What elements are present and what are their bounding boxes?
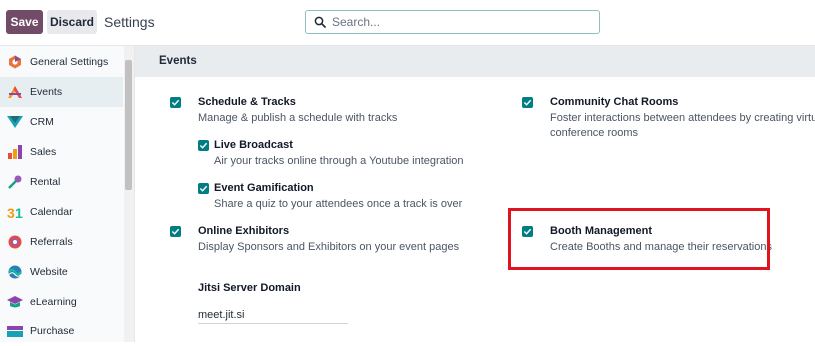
jitsi-server-label: Jitsi Server Domain bbox=[198, 282, 301, 294]
search-box[interactable] bbox=[305, 10, 600, 34]
highlight-box bbox=[508, 208, 770, 270]
rental-key-icon bbox=[7, 174, 23, 190]
sidebar-item-referrals[interactable]: Referrals bbox=[0, 227, 123, 257]
community-chat-desc-line2: conference rooms bbox=[550, 127, 639, 139]
sidebar-item-label: General Settings bbox=[30, 56, 109, 68]
sidebar-item-sales[interactable]: Sales bbox=[0, 137, 123, 167]
live-broadcast-title: Live Broadcast bbox=[214, 139, 293, 151]
sidebar-item-label: Events bbox=[30, 86, 63, 98]
sidebar-item-elearning[interactable]: eLearning bbox=[0, 287, 123, 317]
sidebar-item-rental[interactable]: Rental bbox=[0, 167, 123, 197]
section-title: Events bbox=[159, 55, 197, 67]
check-icon bbox=[199, 185, 208, 192]
sidebar-item-calendar[interactable]: 31 Calendar bbox=[0, 197, 123, 227]
sidebar-item-general-settings[interactable]: General Settings bbox=[0, 47, 123, 77]
sidebar-item-label: Rental bbox=[30, 176, 61, 188]
schedule-tracks-title: Schedule & Tracks bbox=[198, 96, 296, 108]
sidebar-item-label: Calendar bbox=[30, 206, 73, 218]
community-chat-checkbox[interactable] bbox=[522, 97, 533, 108]
settings-content bbox=[135, 46, 815, 342]
discard-button[interactable]: Discard bbox=[47, 10, 97, 34]
sidebar-item-website[interactable]: Website bbox=[0, 257, 123, 287]
purchase-icon bbox=[7, 323, 23, 339]
community-chat-title: Community Chat Rooms bbox=[550, 96, 679, 108]
event-gamification-checkbox[interactable] bbox=[198, 183, 209, 194]
sidebar-scroll-thumb[interactable] bbox=[125, 60, 132, 190]
section-header bbox=[135, 46, 815, 77]
community-chat-desc-line1: Foster interactions between attendees by… bbox=[550, 112, 815, 124]
search-input[interactable] bbox=[332, 15, 582, 29]
sidebar-item-crm[interactable]: CRM bbox=[0, 107, 123, 137]
online-exhibitors-title: Online Exhibitors bbox=[198, 225, 290, 237]
elearning-cap-icon bbox=[7, 294, 23, 310]
check-icon bbox=[199, 142, 208, 149]
website-globe-icon bbox=[7, 264, 23, 280]
svg-text:1: 1 bbox=[15, 205, 23, 219]
event-gamification-desc: Share a quiz to your attendees once a tr… bbox=[214, 198, 463, 210]
page-title: Settings bbox=[104, 14, 155, 30]
online-exhibitors-checkbox[interactable] bbox=[170, 226, 181, 237]
sidebar-item-label: Website bbox=[30, 266, 68, 278]
live-broadcast-checkbox[interactable] bbox=[198, 140, 209, 151]
events-icon bbox=[7, 84, 23, 100]
odoo-logo-icon bbox=[7, 54, 23, 70]
sales-chart-icon bbox=[7, 144, 23, 160]
save-button[interactable]: Save bbox=[6, 10, 43, 34]
check-icon bbox=[171, 228, 180, 235]
crm-icon bbox=[7, 114, 23, 130]
referrals-icon bbox=[7, 234, 23, 250]
sidebar-item-label: Purchase bbox=[30, 325, 75, 337]
schedule-tracks-checkbox[interactable] bbox=[170, 97, 181, 108]
jitsi-server-input[interactable]: meet.jit.si bbox=[198, 304, 348, 324]
schedule-tracks-desc: Manage & publish a schedule with tracks bbox=[198, 112, 398, 124]
sidebar-item-label: Sales bbox=[30, 146, 57, 158]
sidebar-item-label: eLearning bbox=[30, 296, 77, 308]
check-icon bbox=[523, 99, 532, 106]
control-panel: Save Discard Settings bbox=[0, 0, 815, 46]
search-icon bbox=[314, 16, 326, 28]
calendar-icon: 31 bbox=[7, 204, 23, 220]
svg-text:3: 3 bbox=[7, 205, 15, 219]
live-broadcast-desc: Air your tracks online through a Youtube… bbox=[214, 155, 464, 167]
check-icon bbox=[171, 99, 180, 106]
sidebar-item-events[interactable]: Events bbox=[0, 77, 123, 107]
sidebar-item-label: CRM bbox=[30, 116, 54, 128]
sidebar-item-label: Referrals bbox=[30, 236, 73, 248]
event-gamification-title: Event Gamification bbox=[214, 182, 314, 194]
online-exhibitors-desc: Display Sponsors and Exhibitors on your … bbox=[198, 241, 460, 253]
